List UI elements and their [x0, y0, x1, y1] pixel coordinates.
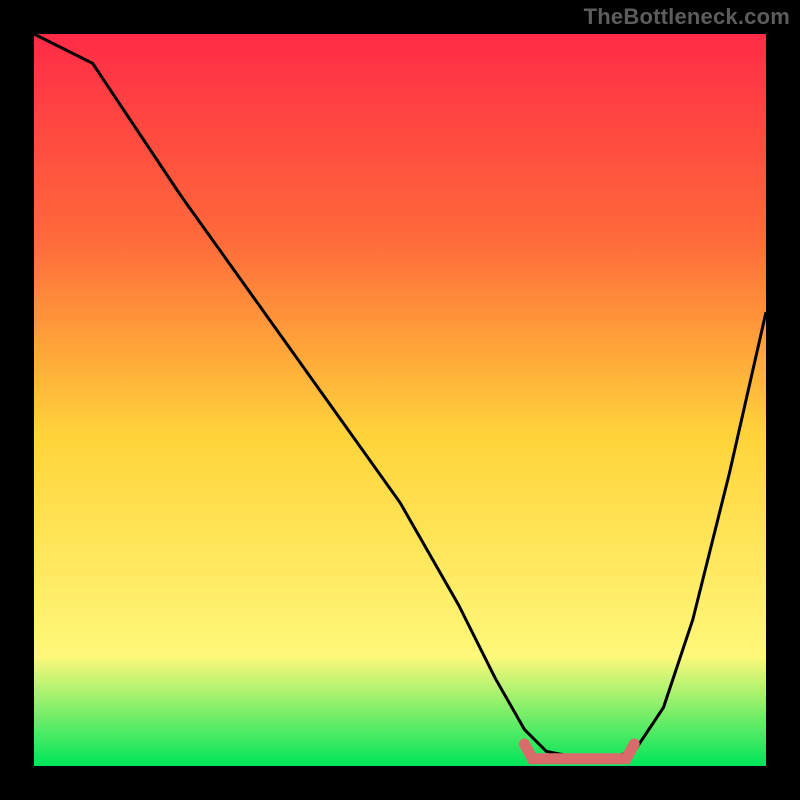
plot-area — [34, 34, 766, 766]
watermark-text: TheBottleneck.com — [584, 4, 790, 30]
bottleneck-chart — [0, 0, 800, 800]
